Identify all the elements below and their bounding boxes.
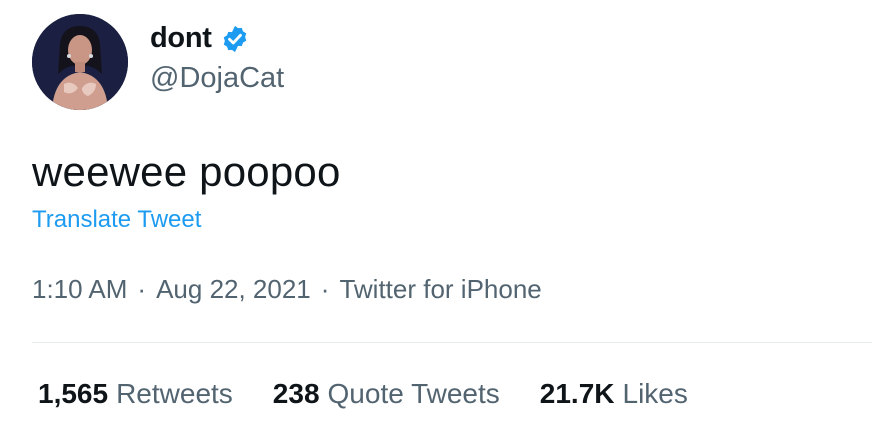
tweet-stats: 1,565 Retweets 238 Quote Tweets 21.7K Li… xyxy=(38,378,688,410)
separator: · xyxy=(137,274,147,304)
quote-tweets-label: Quote Tweets xyxy=(327,378,500,409)
handle[interactable]: @DojaCat xyxy=(150,62,284,95)
retweets-count: 1,565 xyxy=(38,378,109,409)
tweet-time[interactable]: 1:10 AM xyxy=(32,274,127,305)
profile-photo xyxy=(32,14,128,110)
retweets-stat[interactable]: 1,565 Retweets xyxy=(38,378,233,410)
tweet-date[interactable]: Aug 22, 2021 xyxy=(156,274,311,305)
retweets-label: Retweets xyxy=(116,378,233,409)
verified-badge-icon xyxy=(220,24,250,54)
quote-tweets-count: 238 xyxy=(272,378,320,409)
display-name[interactable]: dont xyxy=(150,22,212,55)
likes-count: 21.7K xyxy=(539,378,615,409)
avatar[interactable] xyxy=(32,14,128,110)
likes-label: Likes xyxy=(622,378,688,409)
separator: · xyxy=(320,274,330,304)
translate-tweet-link[interactable]: Translate Tweet xyxy=(32,206,201,234)
likes-stat[interactable]: 21.7K Likes xyxy=(540,378,688,410)
quote-tweets-stat[interactable]: 238 Quote Tweets xyxy=(273,378,500,410)
tweet-text: weewee poopoo xyxy=(32,148,341,195)
divider xyxy=(32,342,872,343)
author-name-row[interactable]: dont xyxy=(150,22,250,55)
tweet-source[interactable]: Twitter for iPhone xyxy=(339,274,541,305)
tweet-metadata: 1:10 AM · Aug 22, 2021 · Twitter for iPh… xyxy=(32,274,542,305)
